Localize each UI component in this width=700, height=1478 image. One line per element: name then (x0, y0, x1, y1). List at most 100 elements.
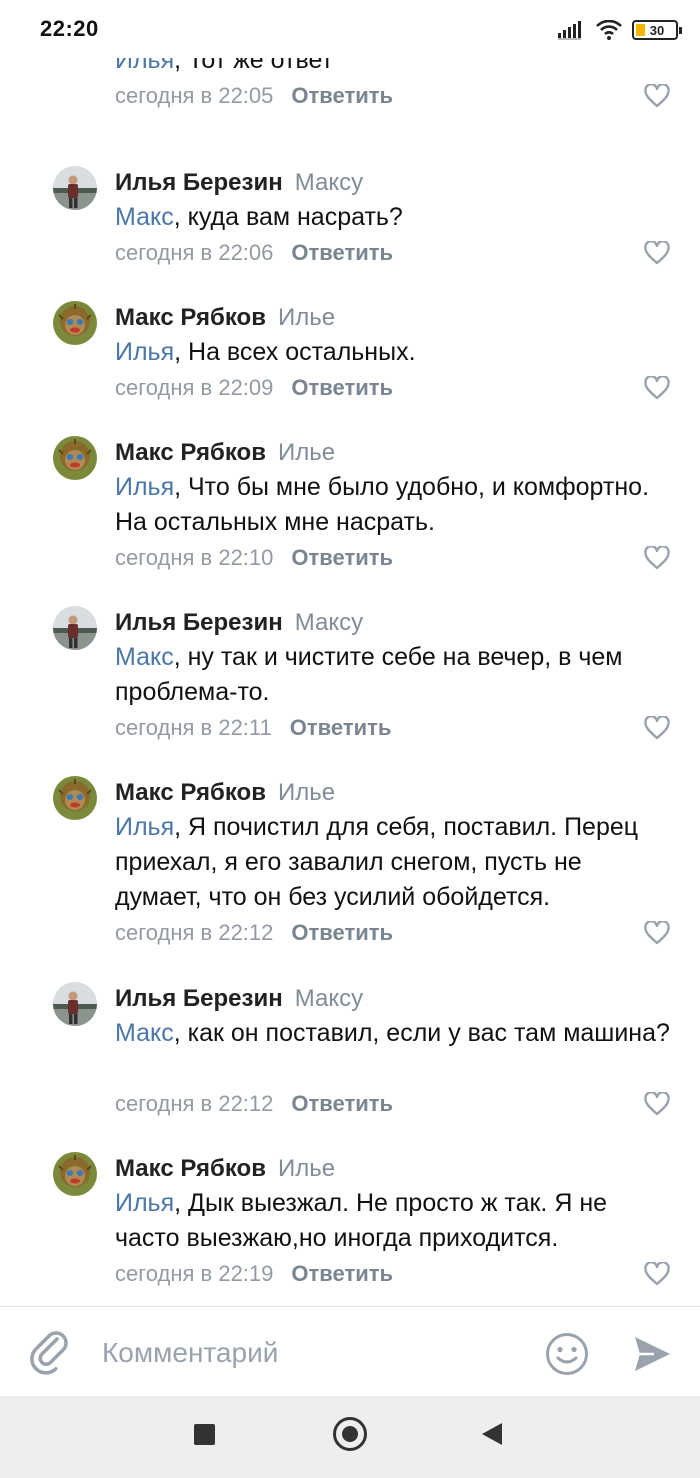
comment-header: Макс Рябков Илье (115, 776, 335, 810)
heart-icon (644, 375, 670, 400)
comment-mention-link[interactable]: Илья (115, 1189, 174, 1217)
smile-icon[interactable] (545, 1332, 589, 1376)
avatar[interactable] (53, 606, 97, 650)
like-button[interactable] (644, 375, 670, 400)
comment-header: Илья Березин Максу (115, 982, 363, 1016)
avatar-image (53, 776, 97, 820)
comment-meta: сегодня в 22:12 Ответить (115, 1088, 393, 1120)
comment-meta: сегодня в 22:12 Ответить (115, 917, 393, 949)
comment-header: Макс Рябков Илье (115, 301, 335, 335)
comment-date: сегодня в 22:19 (115, 1261, 274, 1286)
comment-mention-link[interactable]: Макс (115, 203, 174, 231)
comment-author[interactable]: Макс Рябков (115, 304, 266, 331)
comment-reply-to: Максу (294, 609, 364, 636)
comment-meta: сегодня в 22:10 Ответить (115, 542, 393, 574)
battery-icon: 30 (632, 20, 682, 40)
comment-reply-to: Максу (294, 169, 364, 196)
heart-icon (644, 715, 670, 740)
like-button[interactable] (644, 715, 670, 740)
comment-header: Макс Рябков Илье (115, 436, 335, 470)
avatar-image (53, 982, 97, 1026)
comment-date: сегодня в 22:06 (115, 240, 274, 265)
wifi-icon (596, 20, 622, 40)
like-button[interactable] (644, 545, 670, 570)
avatar[interactable] (53, 982, 97, 1026)
comment-mention-link[interactable]: Макс (115, 1019, 174, 1047)
avatar[interactable] (53, 166, 97, 210)
avatar-image (53, 606, 97, 650)
comment-date: сегодня в 22:12 (115, 920, 274, 945)
comment-meta: сегодня в 22:11 Ответить (115, 712, 391, 744)
avatar[interactable] (53, 776, 97, 820)
comment-author[interactable]: Макс Рябков (115, 779, 266, 806)
comment-mention-link[interactable]: Илья (115, 338, 174, 366)
avatar-image (53, 436, 97, 480)
comment-author[interactable]: Илья Березин (115, 169, 283, 196)
comment-reply-to: Илье (277, 439, 336, 466)
reply-button[interactable]: Ответить (291, 375, 393, 400)
comment-body: , Что бы мне было удобно, и комфортно. Н… (115, 473, 650, 536)
avatar-image (53, 301, 97, 345)
comment-input[interactable] (102, 1333, 522, 1373)
send-icon[interactable] (632, 1334, 672, 1374)
comment-body: , куда вам насрать? (173, 203, 403, 231)
comment-mention-link[interactable]: Илья (115, 58, 174, 74)
comment-text: Илья, Тот же ответ (115, 58, 675, 78)
comment-header: Илья Березин Максу (115, 606, 363, 640)
reply-button[interactable]: Ответить (291, 83, 393, 108)
like-button[interactable] (644, 1091, 670, 1116)
like-button[interactable] (644, 1261, 670, 1286)
comment-meta: сегодня в 22:09 Ответить (115, 372, 393, 404)
reply-button[interactable]: Ответить (290, 715, 392, 740)
status-time: 22:20 (40, 16, 99, 41)
comment-author[interactable]: Илья Березин (115, 609, 283, 636)
comment-body: , На всех остальных. (174, 338, 416, 366)
avatar[interactable] (53, 436, 97, 480)
comment-author[interactable]: Макс Рябков (115, 1155, 266, 1182)
reply-button[interactable]: Ответить (291, 920, 393, 945)
comment-date: сегодня в 22:10 (115, 545, 274, 570)
avatar[interactable] (53, 301, 97, 345)
comment-mention-link[interactable]: Илья (115, 473, 174, 501)
comment-mention-link[interactable]: Макс (115, 643, 174, 671)
comment-header: Илья Березин Максу (115, 166, 363, 200)
heart-icon (644, 545, 670, 570)
comment-body: , ну так и чистите себе на вечер, в чем … (115, 643, 623, 706)
like-button[interactable] (644, 920, 670, 945)
comment-reply-to: Илье (277, 304, 336, 331)
heart-icon (644, 1261, 670, 1286)
system-nav-bar (0, 1396, 700, 1478)
avatar-image (53, 1152, 97, 1196)
comment-text: Макс, как он поставил, если у вас там ма… (115, 1016, 675, 1051)
comments-list[interactable]: Илья, Тот же ответ сегодня в 22:05 Ответит… (0, 58, 700, 1306)
comment-reply-to: Илье (277, 1155, 336, 1182)
comment-body: , Дык выезжал. Не просто ж так. Я не час… (115, 1189, 608, 1252)
avatar-image (53, 166, 97, 210)
comment-text: Макс, куда вам насрать? (115, 200, 675, 235)
comment-author[interactable]: Илья Березин (115, 985, 283, 1012)
avatar[interactable] (53, 1152, 97, 1196)
reply-button[interactable]: Ответить (291, 240, 393, 265)
reply-button[interactable]: Ответить (291, 1261, 393, 1286)
comment-mention-link[interactable]: Илья (115, 813, 174, 841)
reply-button[interactable]: Ответить (291, 545, 393, 570)
comment-text: Илья, Дык выезжал. Не просто ж так. Я не… (115, 1186, 675, 1256)
like-button[interactable] (644, 83, 670, 108)
heart-icon (644, 1091, 670, 1116)
heart-icon (644, 240, 670, 265)
comment-author[interactable]: Макс Рябков (115, 439, 266, 466)
comment-text: Макс, ну так и чистите себе на вечер, в … (115, 640, 675, 710)
comment-meta: сегодня в 22:05 Ответить (115, 80, 393, 112)
heart-icon (644, 920, 670, 945)
heart-icon (644, 83, 670, 108)
recents-button[interactable] (194, 1424, 215, 1445)
comment-date: сегодня в 22:11 (115, 715, 272, 740)
comment-meta: сегодня в 22:19 Ответить (115, 1258, 393, 1290)
paperclip-icon[interactable] (30, 1331, 70, 1375)
home-button[interactable] (333, 1417, 367, 1451)
reply-button[interactable]: Ответить (291, 1091, 393, 1116)
comment-compose-bar (0, 1306, 700, 1396)
comment-text: Илья, Что бы мне было удобно, и комфортн… (115, 470, 675, 540)
like-button[interactable] (644, 240, 670, 265)
back-button[interactable] (482, 1423, 502, 1445)
